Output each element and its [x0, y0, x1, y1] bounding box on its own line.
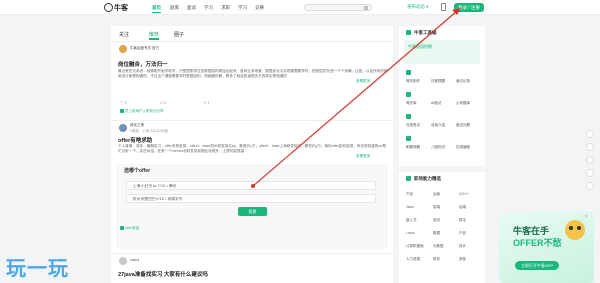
watermark-text: 玩一玩 — [6, 258, 69, 280]
annotation-arrow — [251, 8, 461, 188]
